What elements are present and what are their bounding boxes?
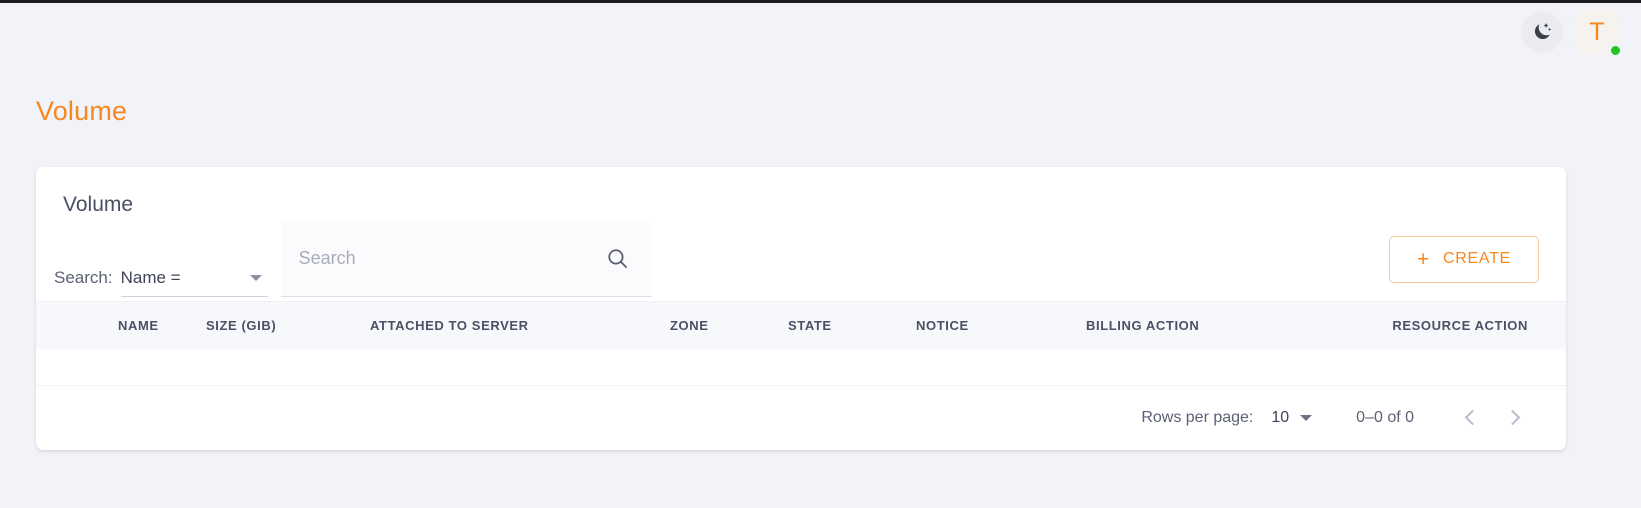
table-toolbar: Search: Name = + CREATE [36, 217, 1566, 301]
rows-per-page-label: Rows per page: [1141, 408, 1254, 426]
table-header-row: NAME SIZE (GIB) ATTACHED TO SERVER ZONE … [36, 301, 1566, 349]
create-button[interactable]: + CREATE [1389, 235, 1539, 283]
top-bar: T [0, 3, 1641, 61]
pagination-bar: Rows per page: 10 0–0 of 0 [36, 385, 1566, 449]
column-header-billing-action: BILLING ACTION [1086, 318, 1200, 333]
search-label: Search: [54, 268, 113, 287]
dark-mode-toggle-button[interactable] [1521, 11, 1563, 53]
search-input[interactable] [296, 247, 636, 270]
online-status-dot [1609, 44, 1622, 57]
magnifier-icon[interactable] [605, 246, 630, 271]
rows-per-page-select[interactable]: 10 [1271, 408, 1313, 427]
chevron-left-icon [1464, 409, 1480, 426]
page-title: Volume [36, 96, 128, 126]
chevron-down-icon [249, 274, 262, 281]
column-header-resource-action: RESOURCE ACTION [1392, 318, 1528, 333]
search-field-select[interactable]: Name = [120, 259, 268, 297]
create-button-label: CREATE [1443, 250, 1511, 267]
plus-icon: + [1417, 247, 1431, 271]
chevron-right-icon [1504, 409, 1520, 426]
column-header-zone: ZONE [670, 318, 709, 333]
column-header-notice: NOTICE [916, 318, 969, 333]
search-field-select-value: Name = [120, 267, 181, 287]
table-body-empty [36, 349, 1566, 385]
search-input-wrapper[interactable] [280, 221, 652, 297]
column-header-state: STATE [788, 318, 832, 333]
previous-page-button[interactable] [1448, 396, 1492, 440]
rows-per-page-value: 10 [1271, 408, 1290, 426]
pagination-range-label: 0–0 of 0 [1356, 408, 1414, 426]
moon-stars-icon [1531, 21, 1553, 43]
column-header-name: NAME [118, 318, 159, 333]
search-group: Search: Name = [54, 221, 652, 297]
user-avatar-button[interactable]: T [1575, 10, 1622, 57]
chevron-down-icon [1300, 414, 1313, 421]
next-page-button[interactable] [1492, 396, 1536, 440]
card-title: Volume [63, 193, 134, 216]
column-header-size: SIZE (GIB) [206, 318, 277, 333]
volume-card: Volume Search: Name = + CREATE [36, 167, 1566, 450]
column-header-attached-to-server: ATTACHED TO SERVER [370, 318, 529, 333]
